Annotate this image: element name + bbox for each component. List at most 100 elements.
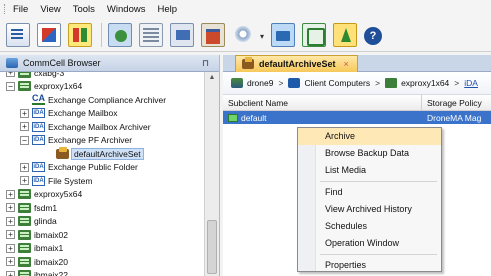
client-computer-icon (18, 202, 31, 213)
agent-icon (32, 121, 45, 132)
breadcrumb-item[interactable]: drone9 (247, 78, 273, 88)
menu-file[interactable]: File (13, 4, 28, 15)
expand-icon[interactable]: + (6, 216, 15, 226)
event-viewer-icon[interactable] (170, 22, 194, 47)
tree-item[interactable]: − Exchange PF Archiver (0, 134, 204, 148)
client-computer-icon (18, 256, 31, 267)
breadcrumb-separator: > (454, 78, 460, 88)
storage-icon[interactable] (201, 22, 225, 47)
alerts-icon[interactable] (333, 22, 357, 47)
expand-icon[interactable]: + (20, 108, 29, 118)
scroll-thumb[interactable] (207, 220, 217, 274)
restore-icon[interactable] (37, 22, 61, 47)
chevron-down-icon[interactable]: ▾ (260, 32, 264, 41)
help-icon[interactable]: ? (364, 26, 382, 45)
commcell-icon (231, 78, 243, 88)
expand-icon[interactable]: + (6, 203, 15, 213)
menu-separator (320, 181, 437, 182)
tree-item[interactable]: − exproxy1x64 (0, 80, 204, 94)
reports-icon[interactable] (68, 22, 92, 47)
tree-item[interactable]: + Exchange Mailbox (0, 107, 204, 121)
menu-item-browse-backup-data[interactable]: Browse Backup Data (298, 145, 441, 162)
breadcrumb-item[interactable]: iDA (464, 78, 478, 88)
menu-help[interactable]: Help (157, 4, 177, 15)
toolbar-separator (101, 22, 102, 47)
tree-item[interactable]: + ibmaix20 (0, 255, 204, 269)
context-menu: Archive Browse Backup Data List Media Find V… (297, 127, 442, 272)
schedule-icon[interactable] (108, 22, 132, 47)
tree-item[interactable]: + File System (0, 174, 204, 188)
subclient-name: default (241, 112, 267, 123)
tree-item[interactable]: + ibmaix02 (0, 228, 204, 242)
tree-item-label: ibmaix20 (34, 256, 69, 267)
column-header-storage-policy[interactable]: Storage Policy (422, 95, 482, 111)
breadcrumb-item[interactable]: Client Computers (304, 78, 370, 88)
tree-item-label: fsdm1 (34, 202, 58, 213)
tree-item[interactable]: Exchange Compliance Archiver (0, 93, 204, 107)
column-header-subclient[interactable]: Subclient Name (223, 94, 422, 111)
table-row[interactable]: default DroneMA Mag (223, 111, 491, 124)
backup-icon[interactable] (6, 22, 30, 47)
menu-view[interactable]: View (40, 4, 60, 15)
network-icon[interactable] (271, 22, 295, 47)
menu-item-operation-window[interactable]: Operation Window (298, 235, 441, 252)
search-icon[interactable]: ▾ (232, 23, 264, 47)
menu-item-find[interactable]: Find (298, 184, 441, 201)
menu-grip (4, 4, 7, 14)
client-computers-icon (288, 78, 301, 88)
tree-item[interactable]: + glinda (0, 215, 204, 229)
menu-item-archive[interactable]: Archive (298, 128, 441, 145)
tree-item-label: Exchange Mailbox (48, 108, 118, 119)
tree-item[interactable]: + exproxy5x64 (0, 188, 204, 202)
menu-item-schedules[interactable]: Schedules (298, 218, 441, 235)
job-controller-icon[interactable] (139, 22, 163, 47)
client-computer-icon (18, 189, 31, 200)
expand-icon[interactable]: + (6, 230, 15, 240)
client-computer-icon (18, 81, 31, 92)
expand-icon[interactable]: + (6, 243, 15, 253)
client-computer-icon (18, 216, 31, 227)
expand-icon[interactable]: + (6, 270, 15, 276)
tree-item[interactable]: + fsdm1 (0, 201, 204, 215)
commcell-icon (6, 58, 18, 68)
tree-item-label: Exchange Public Folder (48, 162, 138, 173)
tree-scrollbar[interactable]: ▲ (204, 72, 219, 276)
refresh-icon[interactable] (302, 22, 326, 47)
tree-item-label: glinda (34, 216, 57, 227)
expand-icon[interactable]: + (6, 189, 15, 199)
tree-item[interactable]: + Exchange Mailbox Archiver (0, 120, 204, 134)
scroll-up-icon[interactable]: ▲ (205, 72, 219, 84)
breadcrumb: drone9 > Client Computers > exproxy1x64 … (223, 72, 491, 95)
menu-windows[interactable]: Windows (107, 4, 146, 15)
tree-item[interactable]: + cxabg-3 (0, 72, 204, 80)
breadcrumb-separator: > (278, 78, 284, 88)
panel-header: CommCell Browser ⊓ (0, 55, 219, 72)
expand-icon[interactable]: + (6, 257, 15, 267)
agent-icon (32, 135, 45, 146)
tree-item[interactable]: + ibmaix22 (0, 269, 204, 276)
tab-default-archive-set[interactable]: defaultArchiveSet × (235, 55, 358, 72)
menu-tools[interactable]: Tools (73, 4, 95, 15)
panel-title: CommCell Browser (23, 58, 101, 68)
tree-item[interactable]: defaultArchiveSet (0, 146, 204, 161)
tree-item[interactable]: + Exchange Public Folder (0, 161, 204, 175)
expand-icon[interactable]: + (6, 72, 15, 78)
archive-set-icon (242, 57, 254, 69)
agent-icon (32, 175, 45, 186)
tree-item-label: Exchange Mailbox Archiver (48, 121, 151, 132)
collapse-icon[interactable]: − (6, 81, 15, 91)
table-header: Subclient Name Storage Policy (223, 94, 491, 111)
collapse-icon[interactable]: − (20, 135, 29, 145)
breadcrumb-item[interactable]: exproxy1x64 (401, 78, 449, 88)
close-icon[interactable]: × (344, 59, 349, 69)
expand-icon[interactable]: + (20, 176, 29, 186)
expand-icon[interactable]: + (20, 122, 29, 132)
tree-item[interactable]: + ibmaix1 (0, 242, 204, 256)
menu-item-list-media[interactable]: List Media (298, 162, 441, 179)
expand-icon[interactable]: + (20, 162, 29, 172)
tree-item-label: exproxy1x64 (34, 81, 83, 92)
breadcrumb-separator: > (375, 78, 381, 88)
menu-item-view-archived-history[interactable]: View Archived History (298, 201, 441, 218)
pin-icon[interactable]: ⊓ (202, 58, 209, 69)
menu-item-properties[interactable]: Properties (298, 257, 441, 274)
